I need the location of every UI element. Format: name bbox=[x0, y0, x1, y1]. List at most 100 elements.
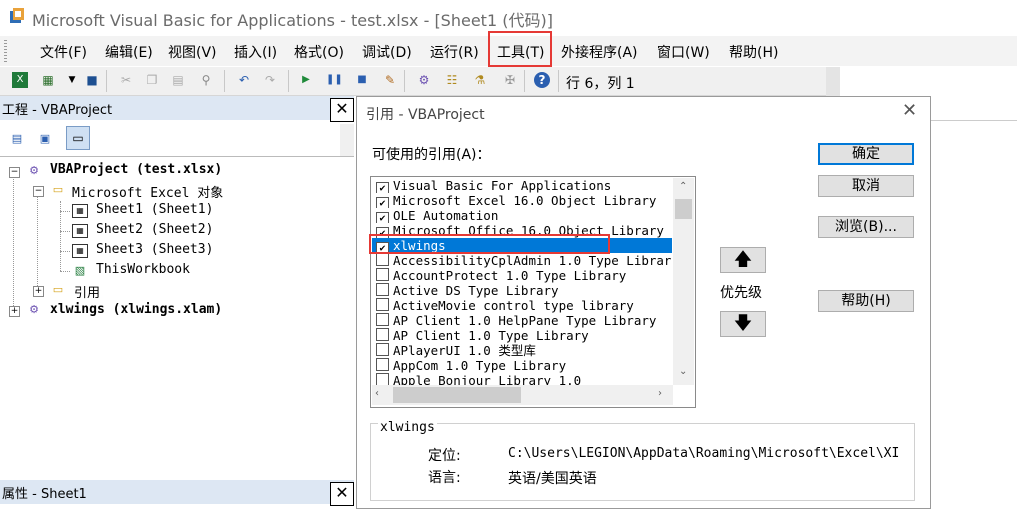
collapse-project-icon[interactable]: − bbox=[9, 167, 20, 178]
menu-debug[interactable]: 调试(D) bbox=[362, 42, 412, 62]
expand-xlwings-icon[interactable]: + bbox=[9, 306, 20, 317]
reference-name: Visual Basic For Applications bbox=[393, 178, 612, 193]
priority-down-button[interactable]: 🡇 bbox=[720, 311, 766, 337]
paste-icon[interactable]: ▤ bbox=[170, 72, 186, 88]
scroll-up-arrow-icon[interactable]: ⌃ bbox=[679, 181, 687, 192]
vba-project-icon: ⚙ bbox=[29, 303, 39, 316]
available-references-label: 可使用的引用(A)： bbox=[372, 147, 491, 163]
toolbar-separator bbox=[288, 70, 289, 92]
run-icon[interactable]: ▶ bbox=[298, 72, 314, 88]
browse-button[interactable]: 浏览(B)... bbox=[818, 216, 914, 238]
horizontal-scroll-thumb[interactable] bbox=[393, 387, 521, 403]
menu-grip[interactable] bbox=[4, 40, 7, 62]
view-code-icon[interactable]: ▤ bbox=[6, 129, 28, 149]
menu-format[interactable]: 格式(O) bbox=[294, 42, 344, 62]
reference-item[interactable]: ActiveMovie control type library bbox=[372, 298, 672, 313]
reference-item[interactable]: AP Client 1.0 HelpPane Type Library bbox=[372, 313, 672, 328]
excel-view-icon[interactable]: X bbox=[12, 72, 28, 88]
expand-references-icon[interactable]: + bbox=[33, 286, 44, 297]
reference-name: Active DS Type Library bbox=[393, 283, 559, 298]
save-icon[interactable]: ■ bbox=[84, 72, 100, 88]
worksheet-icon: ▦ bbox=[72, 244, 88, 258]
copy-icon[interactable]: ❐ bbox=[144, 72, 160, 88]
reference-name: AccountProtect 1.0 Type Library bbox=[393, 268, 627, 283]
language-label: 语言: bbox=[428, 470, 461, 486]
reference-item[interactable]: Active DS Type Library bbox=[372, 283, 672, 298]
tree-item-thisworkbook[interactable]: ThisWorkbook bbox=[96, 262, 190, 277]
tree-item-excel-objects[interactable]: Microsoft Excel 对象 bbox=[72, 182, 223, 201]
reference-checkbox[interactable] bbox=[376, 358, 389, 371]
reset-icon[interactable]: ■ bbox=[354, 72, 370, 88]
break-icon[interactable]: ❚❚ bbox=[326, 72, 343, 88]
toolbox-icon[interactable]: ✠ bbox=[502, 72, 518, 88]
undo-icon[interactable]: ↶ bbox=[236, 72, 252, 88]
reference-checkbox[interactable] bbox=[376, 253, 389, 266]
toolbar-options-dropdown[interactable] bbox=[826, 67, 840, 97]
toggle-folders-icon[interactable]: ▭ bbox=[66, 126, 90, 150]
scroll-down-arrow-icon[interactable]: ⌄ bbox=[679, 366, 687, 377]
tree-item-sheet3[interactable]: Sheet3 (Sheet3) bbox=[96, 242, 213, 257]
menu-view[interactable]: 视图(V) bbox=[168, 42, 217, 62]
cancel-button[interactable]: 取消 bbox=[818, 175, 914, 197]
redo-icon[interactable]: ↷ bbox=[262, 72, 278, 88]
reference-item[interactable]: AppCom 1.0 Type Library bbox=[372, 358, 672, 373]
insert-module-icon[interactable]: ▦ bbox=[40, 72, 56, 88]
reference-checkbox[interactable] bbox=[376, 343, 389, 356]
menu-help[interactable]: 帮助(H) bbox=[729, 42, 778, 62]
dialog-close-icon[interactable]: ✕ bbox=[902, 100, 917, 121]
reference-checkbox[interactable]: ✔ bbox=[376, 197, 389, 208]
reference-checkbox[interactable] bbox=[376, 313, 389, 326]
reference-item[interactable]: ✔ OLE Automation bbox=[372, 208, 672, 223]
folder-open-icon: ▭ bbox=[52, 183, 64, 196]
tree-item-vbaproject[interactable]: VBAProject (test.xlsx) bbox=[50, 162, 222, 177]
reference-item[interactable]: AccessibilityCplAdmin 1.0 Type Library bbox=[372, 253, 672, 268]
tree-item-xlwings[interactable]: xlwings (xlwings.xlam) bbox=[50, 302, 222, 317]
properties-panel-close-button[interactable]: ✕ bbox=[330, 482, 354, 506]
priority-up-button[interactable]: 🡅 bbox=[720, 247, 766, 273]
reference-name: AP Client 1.0 HelpPane Type Library bbox=[393, 313, 657, 328]
worksheet-icon: ▦ bbox=[72, 204, 88, 218]
properties-window-icon[interactable]: ☷ bbox=[444, 72, 460, 88]
cut-icon[interactable]: ✂ bbox=[118, 72, 134, 88]
ok-button[interactable]: 确定 bbox=[818, 143, 914, 165]
scroll-right-arrow-icon[interactable]: › bbox=[658, 388, 662, 399]
reference-item[interactable]: AccountProtect 1.0 Type Library bbox=[372, 268, 672, 283]
menu-addins[interactable]: 外接程序(A) bbox=[561, 42, 638, 62]
menu-file[interactable]: 文件(F) bbox=[40, 42, 87, 62]
reference-item[interactable]: ✔ Visual Basic For Applications bbox=[372, 178, 672, 193]
tree-item-sheet1[interactable]: Sheet1 (Sheet1) bbox=[96, 202, 213, 217]
scroll-left-arrow-icon[interactable]: ‹ bbox=[375, 388, 379, 399]
collapse-excel-objects-icon[interactable]: − bbox=[33, 186, 44, 197]
folder-icon: ▭ bbox=[52, 283, 64, 296]
view-object-icon[interactable]: ▣ bbox=[34, 129, 56, 149]
project-panel-close-button[interactable]: ✕ bbox=[330, 98, 354, 122]
menu-insert[interactable]: 插入(I) bbox=[234, 42, 277, 62]
find-icon[interactable]: ⚲ bbox=[198, 72, 214, 88]
reference-checkbox[interactable]: ✔ bbox=[376, 182, 389, 193]
project-panel-scrollbar[interactable] bbox=[340, 124, 354, 156]
menu-window[interactable]: 窗口(W) bbox=[657, 42, 710, 62]
tree-item-sheet2[interactable]: Sheet2 (Sheet2) bbox=[96, 222, 213, 237]
location-value: C:\Users\LEGION\AppData\Roaming\Microsof… bbox=[508, 446, 900, 461]
project-explorer-icon[interactable]: ⚙ bbox=[416, 72, 432, 88]
reference-checkbox[interactable] bbox=[376, 283, 389, 296]
reference-checkbox[interactable] bbox=[376, 268, 389, 281]
reference-checkbox[interactable] bbox=[376, 298, 389, 311]
reference-item[interactable]: APlayerUI 1.0 类型库 bbox=[372, 343, 672, 358]
help-button[interactable]: 帮助(H) bbox=[818, 290, 914, 312]
reference-checkbox[interactable]: ✔ bbox=[376, 212, 389, 223]
menu-edit[interactable]: 编辑(E) bbox=[105, 42, 153, 62]
menu-run[interactable]: 运行(R) bbox=[430, 42, 479, 62]
code-window-strip bbox=[931, 96, 1017, 121]
vertical-scroll-thumb[interactable] bbox=[675, 199, 692, 219]
tree-line bbox=[60, 231, 70, 232]
tree-item-references[interactable]: 引用 bbox=[74, 282, 100, 301]
object-browser-icon[interactable]: ⚗ bbox=[472, 72, 488, 88]
help-icon[interactable]: ? bbox=[534, 72, 550, 88]
vba-app-icon bbox=[10, 8, 24, 23]
design-mode-icon[interactable]: ✎ bbox=[382, 72, 398, 88]
dropdown-arrow-icon[interactable]: ▼ bbox=[64, 72, 80, 88]
reference-item[interactable]: AP Client 1.0 Type Library bbox=[372, 328, 672, 343]
reference-checkbox[interactable] bbox=[376, 328, 389, 341]
reference-item[interactable]: ✔ Microsoft Excel 16.0 Object Library bbox=[372, 193, 672, 208]
